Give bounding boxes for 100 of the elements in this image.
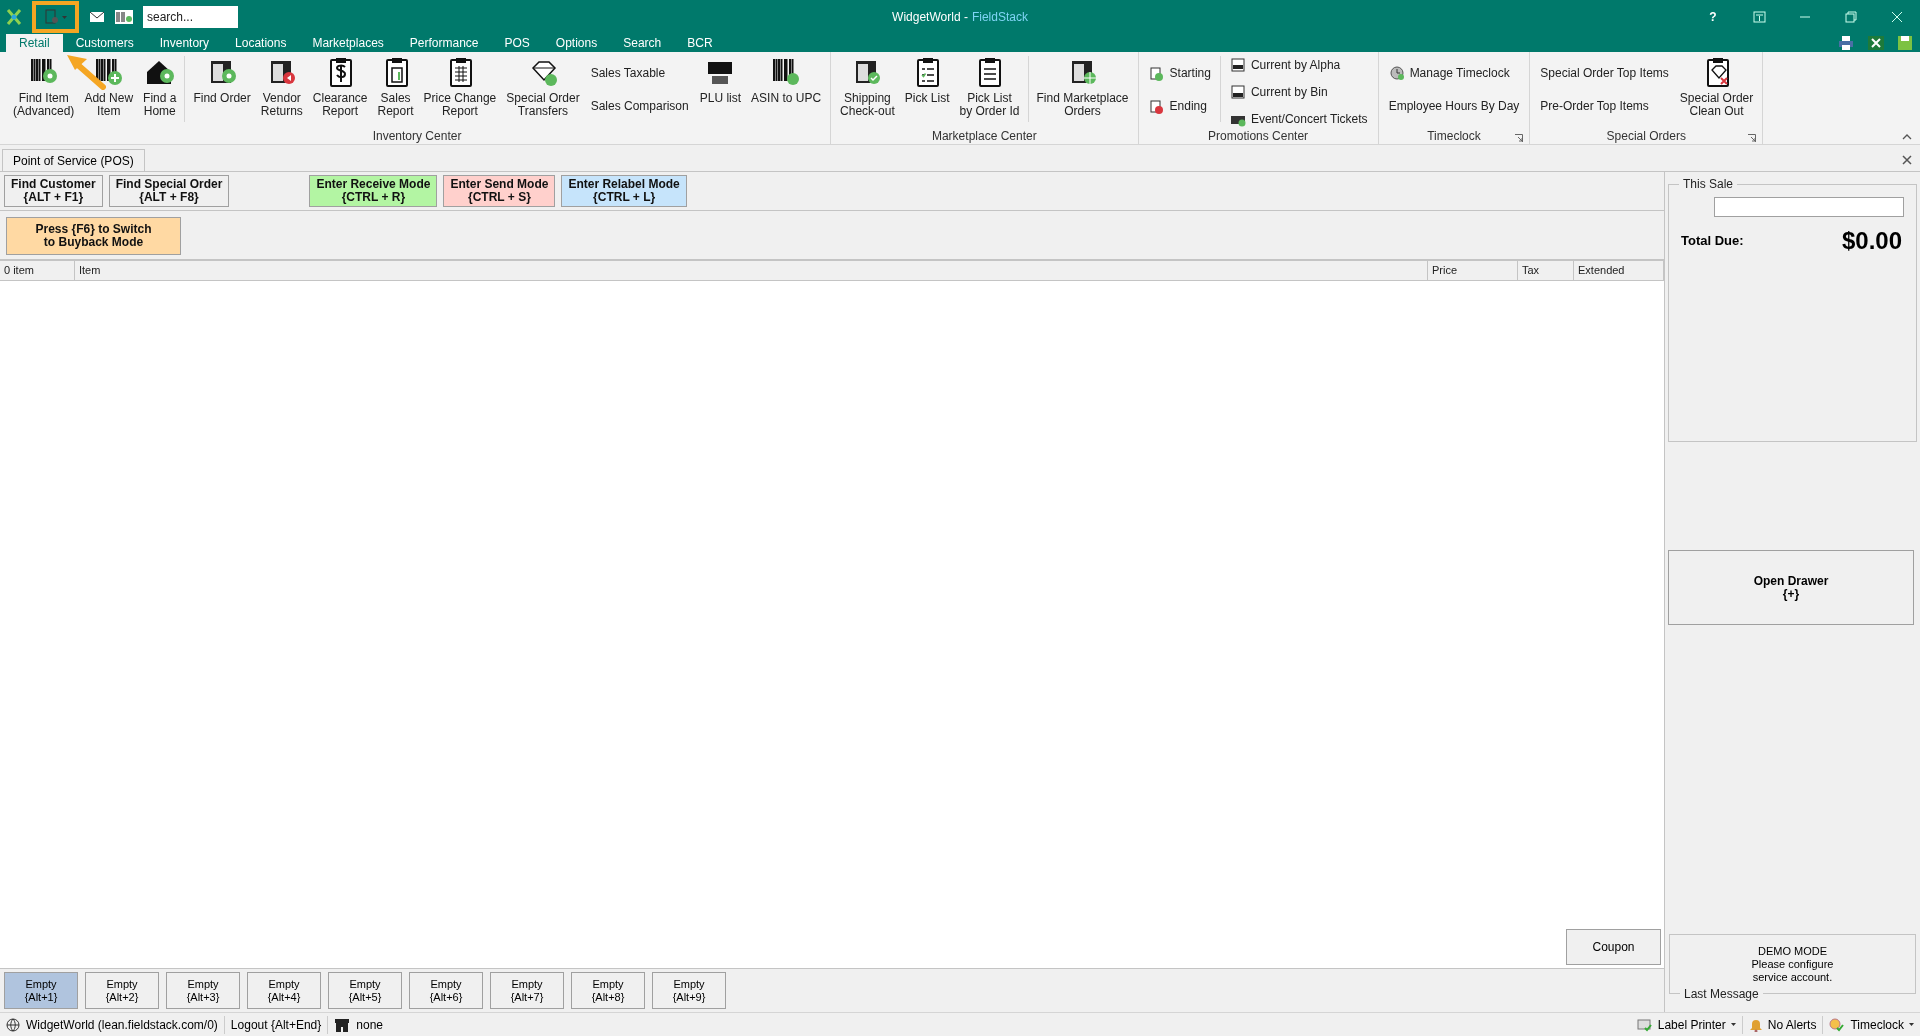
group-label: Timeclock <box>1427 128 1481 145</box>
collapse-icon[interactable] <box>1902 133 1912 140</box>
ribbon-button[interactable]: Pick List by Order Id <box>954 56 1025 118</box>
ribbon-button[interactable]: Find a Home <box>138 56 182 118</box>
action-button[interactable]: Find Customer {ALT + F1} <box>4 175 103 207</box>
hold-slot-button[interactable]: Empty {Alt+2} <box>85 972 159 1009</box>
ribbon-button[interactable]: Special Order Clean Out <box>1674 56 1759 118</box>
ribbon-button[interactable]: Clearance Report <box>307 56 373 118</box>
ribbon-button[interactable]: Starting <box>1148 63 1211 82</box>
ribbon-button[interactable]: PLU list <box>694 56 747 105</box>
help-button[interactable]: ? <box>1690 8 1736 26</box>
launcher-icon[interactable] <box>1748 134 1757 142</box>
close-icon[interactable] <box>1902 155 1912 165</box>
ribbon-button[interactable]: Manage Timeclock <box>1388 63 1520 82</box>
ribbon-button[interactable]: Pre-Order Top Items <box>1540 96 1669 115</box>
column-header[interactable]: Price <box>1428 261 1518 280</box>
document-tab[interactable]: Point of Service (POS) <box>2 149 145 171</box>
ribbon-tab[interactable]: BCR <box>674 34 726 52</box>
status-button[interactable]: Timeclock <box>1822 1015 1920 1034</box>
caret-icon <box>1909 1023 1914 1026</box>
panel-legend: This Sale <box>1679 177 1738 191</box>
hold-slot-button[interactable]: Empty {Alt+1} <box>4 972 78 1009</box>
ribbon-tab[interactable]: Performance <box>396 34 492 52</box>
ribbon-tab[interactable]: Customers <box>62 34 147 52</box>
action-button[interactable]: Enter Receive Mode {CTRL + R} <box>309 175 438 207</box>
ribbon-button[interactable]: Employee Hours By Day <box>1388 96 1520 115</box>
spreadsheet-icon[interactable] <box>1868 36 1884 50</box>
clock-icon <box>1388 64 1405 81</box>
mail-icon[interactable] <box>89 11 105 23</box>
ribbon-button[interactable]: Pick List <box>899 56 955 105</box>
hold-slot-button[interactable]: Empty {Alt+7} <box>490 972 564 1009</box>
ribbon-button[interactable]: Price Change Report <box>418 56 502 118</box>
globe-icon <box>6 1017 20 1032</box>
ribbon-button[interactable]: Current by Alpha <box>1229 56 1368 74</box>
ribbon-button[interactable]: Sales Report <box>372 56 419 118</box>
action-button[interactable]: Find Special Order {ALT + F8} <box>108 175 230 207</box>
panel-legend: Last Message <box>1680 987 1763 1001</box>
ribbon-button[interactable]: Current by Bin <box>1229 83 1368 101</box>
column-header[interactable]: Extended <box>1574 261 1664 280</box>
document-gear-icon <box>44 9 60 25</box>
app-logo-icon <box>6 8 22 26</box>
ribbon-button[interactable]: Find Marketplace Orders <box>1031 56 1134 118</box>
settings-button[interactable] <box>32 1 79 33</box>
ribbon-button[interactable]: Sales Taxable <box>590 63 689 82</box>
status-text: WidgetWorld (lean.fieldstack.com/0) <box>26 1016 218 1034</box>
status-button[interactable]: No Alerts <box>1741 1015 1823 1034</box>
hold-slot-button[interactable]: Empty {Alt+3} <box>166 972 240 1009</box>
message-text: DEMO MODE Please configure service account. <box>1751 944 1834 984</box>
ribbon-button[interactable]: Special Order Transfers <box>501 56 585 118</box>
coupon-button[interactable]: Coupon <box>1566 929 1661 965</box>
ribbon-tab[interactable]: Inventory <box>146 34 223 52</box>
launcher-icon[interactable] <box>1515 134 1524 142</box>
store-icon <box>334 1017 351 1032</box>
ribbon-button[interactable]: Sales Comparison <box>590 96 689 115</box>
total-due-label: Total Due: <box>1681 232 1744 251</box>
ribbon-button[interactable]: Ending <box>1148 96 1211 115</box>
action-button[interactable]: Enter Send Mode {CTRL + S} <box>443 175 556 207</box>
product-name: FieldStack <box>971 9 1028 26</box>
ribbon-tab[interactable]: Options <box>542 34 611 52</box>
ribbon-button[interactable]: Add New Item <box>79 56 139 118</box>
search-field[interactable]: search... <box>143 6 238 28</box>
bell-icon <box>1748 1017 1763 1032</box>
open-drawer-button[interactable]: Open Drawer {+} <box>1668 550 1914 625</box>
buyback-button[interactable]: Press {F6} to Switch to Buyback Mode <box>6 217 181 255</box>
group-label: Inventory Center <box>372 128 462 145</box>
ribbon-button[interactable]: ASIN to UPC <box>746 56 827 105</box>
ribbon-tab[interactable]: POS <box>491 34 543 52</box>
ribbon-tab[interactable]: Locations <box>222 34 300 52</box>
printer-check-icon <box>1636 1017 1653 1032</box>
ribbon-button[interactable]: Vendor Returns <box>255 56 308 118</box>
caret-icon <box>62 15 67 19</box>
printer-icon[interactable] <box>1838 36 1854 50</box>
status-button[interactable]: Label Printer <box>1630 1015 1742 1034</box>
ribbon-button[interactable]: Find Item (Advanced) <box>8 56 80 118</box>
ribbon-tab[interactable]: Search <box>610 34 675 52</box>
column-header[interactable]: 0 item <box>0 261 75 280</box>
hold-slot-button[interactable]: Empty {Alt+8} <box>571 972 645 1009</box>
action-button[interactable]: Enter Relabel Mode {CTRL + L} <box>561 175 687 207</box>
annotation-arrow <box>66 54 106 90</box>
column-header[interactable]: Tax <box>1518 261 1574 280</box>
ribbon-tab[interactable]: Marketplaces <box>299 34 397 52</box>
hold-slot-button[interactable]: Empty {Alt+4} <box>247 972 321 1009</box>
total-due-amount: $0.00 <box>1841 226 1902 256</box>
sale-input[interactable] <box>1714 197 1904 217</box>
hold-slot-button[interactable]: Empty {Alt+9} <box>652 972 726 1009</box>
ribbon-tab[interactable]: Retail <box>6 34 63 52</box>
hold-slot-button[interactable]: Empty {Alt+5} <box>328 972 402 1009</box>
window-title: WidgetWorld - <box>892 9 968 26</box>
hold-slot-button[interactable]: Empty {Alt+6} <box>409 972 483 1009</box>
ribbon-button[interactable]: Shipping Check-out <box>835 56 900 118</box>
ribbon-button[interactable]: Event/Concert Tickets <box>1229 110 1368 128</box>
clock-check-icon <box>1829 1017 1846 1032</box>
column-header[interactable]: Item <box>75 261 1428 280</box>
ribbon-button[interactable]: Special Order Top Items <box>1540 63 1669 82</box>
ribbon-button[interactable]: Find Order <box>188 56 256 105</box>
barcode-icon[interactable] <box>115 10 133 24</box>
group-label: Special Orders <box>1606 128 1686 145</box>
status-text[interactable]: Logout {Alt+End} <box>230 1015 322 1034</box>
group-label: Promotions Center <box>1208 128 1309 145</box>
caret-icon <box>1730 1023 1736 1026</box>
